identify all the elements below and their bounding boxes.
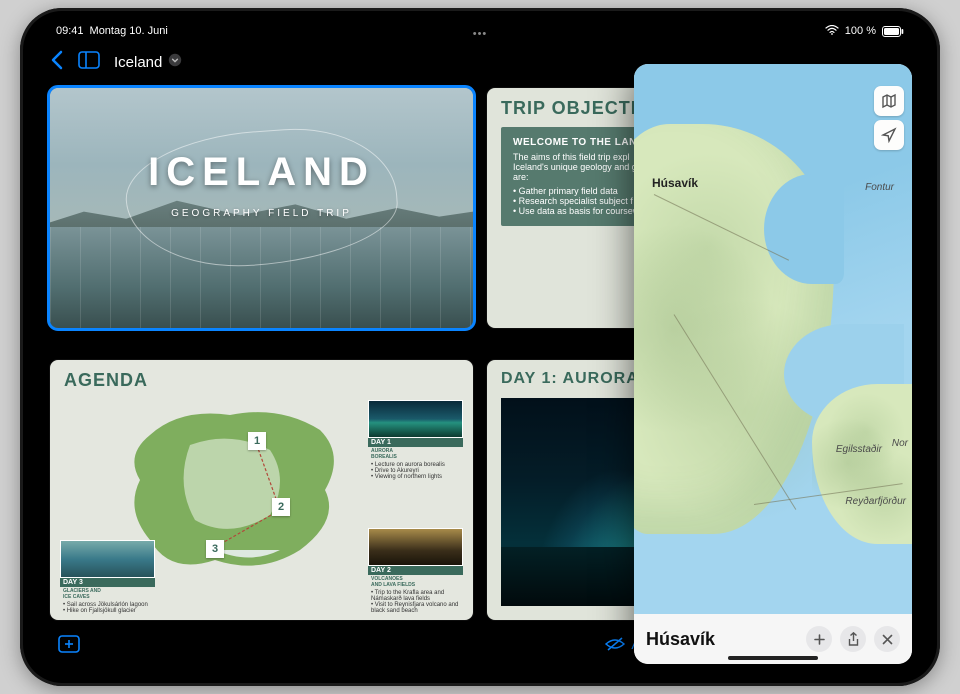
add-slide-button[interactable] [58, 635, 80, 653]
screen: 09:41 Montag 10. Juni 100 % ••• [32, 20, 928, 674]
map-label-nor: Nor [892, 438, 908, 449]
agenda-card-day3: DAY 3 GLACIERS AND ICE CAVES Sail across… [60, 540, 155, 614]
slide-thumbnail-3[interactable]: AGENDA 1 2 3 DAY 1 AURORA BOR [50, 360, 473, 620]
map-label-fontur: Fontur [865, 182, 894, 193]
day1-bullet: Viewing of northern lights [371, 474, 460, 480]
slideover-maps[interactable]: Húsavík Fontur Egilsstaðir Reyðarfjörður… [634, 64, 912, 664]
map-place-title: Húsavík [646, 629, 798, 650]
status-time: 09:41 [56, 25, 84, 37]
battery-icon [882, 25, 904, 37]
slide1-subtitle: GEOGRAPHY FIELD TRIP [50, 208, 473, 219]
map-pin-3: 3 [206, 540, 224, 558]
sidebar-toggle-button[interactable] [78, 51, 100, 74]
day1-sub: AURORA BOREALIS [368, 447, 463, 462]
slide-thumbnail-1[interactable]: ICELAND GEOGRAPHY FIELD TRIP 1 [50, 88, 473, 328]
deck-title-text: Iceland [114, 54, 162, 71]
map-pin-2: 2 [272, 498, 290, 516]
agenda-card-day1: DAY 1 AURORA BOREALIS Lecture on aurora … [368, 400, 463, 480]
day3-label: DAY 3 [60, 578, 155, 587]
day3-bullet: Hike on Fjallsjökull glacier [63, 608, 152, 614]
map-pin-1: 1 [248, 432, 266, 450]
map-controls [874, 86, 904, 150]
wifi-icon [825, 25, 839, 38]
day2-label: DAY 2 [368, 566, 463, 575]
day3-bullet: Sail across Jökulsárlón lagoon [63, 602, 152, 608]
day1-label: DAY 1 [368, 438, 463, 447]
agenda-card-day2: DAY 2 VOLCANOES AND LAVA FIELDS Trip to … [368, 528, 463, 614]
day3-sub: GLACIERS AND ICE CAVES [60, 587, 155, 602]
day2-bullet: Visit to Reynisfjara volcano and black s… [371, 602, 460, 614]
map-canvas[interactable]: Húsavík Fontur Egilsstaðir Reyðarfjörður… [634, 64, 912, 614]
map-mode-button[interactable] [874, 86, 904, 116]
map-label-husavik: Húsavík [652, 176, 698, 190]
close-panel-button[interactable] [874, 626, 900, 652]
home-indicator[interactable] [728, 656, 818, 660]
ipad-frame: 09:41 Montag 10. Juni 100 % ••• [20, 8, 940, 686]
slide1-title: ICELAND [50, 150, 473, 195]
share-place-button[interactable] [840, 626, 866, 652]
map-label-egilsstadir: Egilsstaðir [836, 444, 882, 455]
day2-sub: VOLCANOES AND LAVA FIELDS [368, 575, 463, 590]
deck-title[interactable]: Iceland [114, 53, 182, 71]
back-button[interactable] [50, 50, 64, 74]
chevron-down-icon [168, 53, 182, 71]
status-date: Montag 10. Juni [90, 25, 168, 37]
map-label-reydarfjordur: Reyðarfjörður [845, 496, 906, 507]
add-place-button[interactable] [806, 626, 832, 652]
multitask-dots-icon[interactable]: ••• [473, 28, 488, 40]
battery-percent: 100 % [845, 25, 876, 37]
slide3-heading: AGENDA [50, 360, 473, 393]
locate-me-button[interactable] [874, 120, 904, 150]
day2-bullet: Trip to the Krafla area and Námaskarð la… [371, 590, 460, 602]
